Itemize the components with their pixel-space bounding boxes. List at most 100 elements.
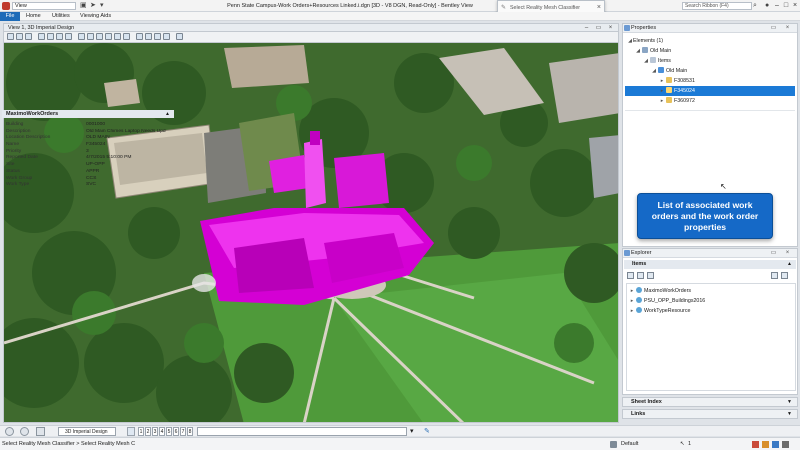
list-item[interactable]: ▸ MaximoWorkOrders xyxy=(627,286,795,296)
settings-icon[interactable] xyxy=(782,441,789,448)
zoom-out-icon[interactable] xyxy=(56,33,63,40)
dropdown-arrow-icon[interactable]: ▾ xyxy=(100,2,104,10)
tab-utilities[interactable]: Utilities xyxy=(48,12,74,21)
view-next-icon[interactable] xyxy=(123,33,130,40)
dialog-close-icon[interactable]: × xyxy=(597,4,601,12)
clip-mask-icon[interactable] xyxy=(154,33,161,40)
view-previous-icon[interactable] xyxy=(114,33,121,40)
property-row[interactable]: Site UP-OPP xyxy=(2,162,170,169)
back-icon[interactable] xyxy=(5,427,14,436)
explorer-close-icon[interactable]: × xyxy=(783,249,792,258)
view-group-dropdown[interactable]: 3D Imperial Design xyxy=(58,427,116,436)
view-1-button[interactable]: 1 xyxy=(138,427,144,436)
clip-volume-icon[interactable] xyxy=(145,33,152,40)
options-icon[interactable] xyxy=(781,272,788,279)
tree-row-f345024[interactable]: ▸ F345024 xyxy=(625,86,795,96)
walk-icon[interactable] xyxy=(105,33,112,40)
property-row[interactable]: Building 0001000 xyxy=(2,122,170,129)
property-row[interactable]: Status APPR xyxy=(2,169,170,176)
close-icon[interactable]: × xyxy=(790,1,800,11)
tool-icon[interactable]: ✎ xyxy=(424,427,430,436)
view-settings-icon[interactable] xyxy=(176,33,183,40)
view-2-button[interactable]: 2 xyxy=(145,427,151,436)
list-item[interactable]: ▸ WorkTypeResource xyxy=(627,306,795,316)
expand-arrow-icon[interactable]: ▸ xyxy=(659,86,665,96)
view-restore-icon[interactable]: ▭ xyxy=(594,24,603,32)
tree-row-f360972[interactable]: ▸ F360972 xyxy=(625,96,795,106)
view-close-icon[interactable]: × xyxy=(606,24,615,32)
collapse-chevron-icon[interactable]: ▲ xyxy=(165,110,170,118)
property-row[interactable]: Reported Date 4/7/2015 5:10:00 PM xyxy=(2,155,170,162)
collapse-chevron-icon[interactable]: ▲ xyxy=(787,260,792,269)
items-section-header[interactable]: Items ▲ xyxy=(624,260,796,269)
info-icon[interactable] xyxy=(772,441,779,448)
view-minimize-icon[interactable]: – xyxy=(582,24,591,32)
view-5-button[interactable]: 5 xyxy=(166,427,172,436)
warning-icon[interactable] xyxy=(762,441,769,448)
zoom-in-icon[interactable] xyxy=(47,33,54,40)
lock-icon[interactable] xyxy=(610,441,617,448)
display-style-icon[interactable] xyxy=(16,33,23,40)
alert-icon[interactable] xyxy=(752,441,759,448)
camera-icon[interactable] xyxy=(163,33,170,40)
tree-row-f308531[interactable]: ▸ F308531 xyxy=(625,76,795,86)
expand-chevron-icon[interactable]: ▼ xyxy=(787,410,792,419)
maximo-section-header[interactable]: MaximoWorkOrders ▲ xyxy=(2,110,174,118)
tab-file[interactable]: File xyxy=(0,12,20,21)
list-item[interactable]: ▸ PSU_OPP_Buildings2016 xyxy=(627,296,795,306)
view-4-button[interactable]: 4 xyxy=(159,427,165,436)
view-8-button[interactable]: 8 xyxy=(187,427,193,436)
sheet-index-section[interactable]: Sheet Index ▼ xyxy=(622,397,798,407)
user-icon[interactable]: ● xyxy=(765,2,769,10)
forward-icon[interactable] xyxy=(20,427,29,436)
fit-view-icon[interactable] xyxy=(78,33,85,40)
tab-viewing-aids[interactable]: Viewing Aids xyxy=(76,12,115,21)
tree-row-elements[interactable]: ◢Elements (1) xyxy=(625,36,795,46)
collapse-arrow-icon[interactable]: ◢ xyxy=(651,66,657,76)
collapse-arrow-icon[interactable]: ◢ xyxy=(643,56,649,66)
tab-home[interactable]: Home xyxy=(22,12,45,21)
view-7-button[interactable]: 7 xyxy=(180,427,186,436)
reality-mesh-viewport[interactable] xyxy=(3,42,619,423)
search-icon[interactable]: ⌕ xyxy=(753,2,757,10)
expand-arrow-icon[interactable]: ▸ xyxy=(659,76,665,86)
view-6-button[interactable]: 6 xyxy=(173,427,179,436)
property-row[interactable]: Work Type SVC xyxy=(2,182,170,189)
pointer-icon[interactable]: ➤ xyxy=(90,2,96,10)
property-row[interactable]: Location Description OLD MAIN xyxy=(2,135,170,142)
property-row[interactable]: Name F345024 xyxy=(2,142,170,149)
key-in-field[interactable] xyxy=(197,427,407,436)
rendering-icon[interactable] xyxy=(25,33,32,40)
properties-restore-icon[interactable]: ▭ xyxy=(769,24,778,33)
tree-row-items[interactable]: ◢ Items xyxy=(625,56,795,66)
refresh-icon[interactable] xyxy=(627,272,634,279)
collapse-arrow-icon[interactable]: ◢ xyxy=(635,46,641,56)
tree-row-old-main[interactable]: ◢ Old Main xyxy=(625,46,795,56)
links-section[interactable]: Links ▼ xyxy=(622,409,798,419)
expand-arrow-icon[interactable]: ▸ xyxy=(659,96,665,106)
search-icon[interactable] xyxy=(771,272,778,279)
key-in-dropdown-icon[interactable]: ▾ xyxy=(410,427,414,436)
ribbon-search-input[interactable]: Search Ribbon (F4) xyxy=(682,2,752,10)
window-area-icon[interactable] xyxy=(65,33,72,40)
pan-view-icon[interactable] xyxy=(96,33,103,40)
expand-arrow-icon[interactable]: ▸ xyxy=(629,296,635,306)
zoom-icon[interactable] xyxy=(647,272,654,279)
filter-icon[interactable] xyxy=(637,272,644,279)
explorer-restore-icon[interactable]: ▭ xyxy=(769,249,778,258)
save-icon[interactable]: ▣ xyxy=(80,2,87,10)
expand-arrow-icon[interactable]: ▸ xyxy=(629,286,635,296)
tree-row-old-main-item[interactable]: ◢ Old Main xyxy=(625,66,795,76)
update-view-icon[interactable] xyxy=(38,33,45,40)
view-attributes-icon[interactable] xyxy=(7,33,14,40)
expand-chevron-icon[interactable]: ▼ xyxy=(787,398,792,407)
copy-view-icon[interactable] xyxy=(136,33,143,40)
rotate-view-icon[interactable] xyxy=(87,33,94,40)
properties-close-icon[interactable]: × xyxy=(783,24,792,33)
workspace-dropdown[interactable]: View xyxy=(12,2,76,10)
active-level[interactable]: Default xyxy=(621,440,638,449)
view-group-icon[interactable] xyxy=(36,427,45,436)
expand-arrow-icon[interactable]: ▸ xyxy=(629,306,635,316)
view-manager-icon[interactable] xyxy=(127,427,135,436)
view-3-button[interactable]: 3 xyxy=(152,427,158,436)
